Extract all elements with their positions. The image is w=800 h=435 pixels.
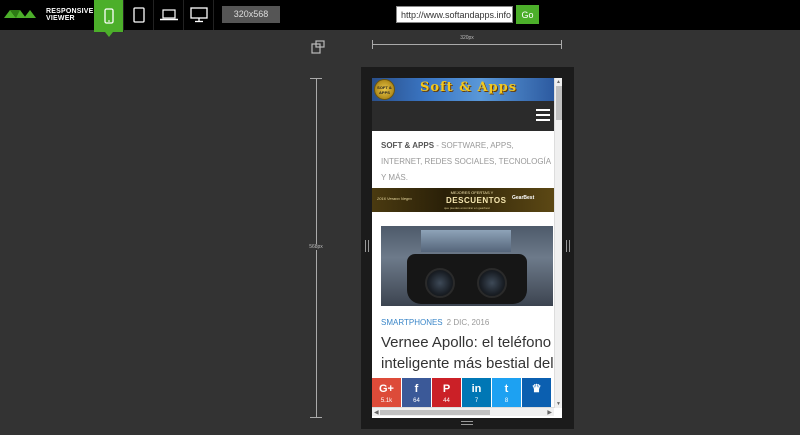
share-linkedin-button[interactable]: in 7 — [462, 378, 491, 407]
scroll-up-icon[interactable]: ▲ — [556, 79, 561, 85]
article-date: 2 DIC, 2016 — [446, 318, 490, 327]
width-ruler — [372, 40, 562, 49]
device-tablet-button[interactable] — [124, 0, 154, 30]
ad-banner[interactable]: 2016 Verano Negro MEJORES OFERTAS Y DESC… — [372, 188, 554, 212]
twitter-icon: t — [504, 383, 509, 395]
share-google-plus-button[interactable]: G+ 5.1k — [372, 378, 401, 407]
site-navbar — [372, 101, 554, 131]
site-tagline: SOFT & APPS - SOFTWARE, APPS, INTERNET, … — [381, 141, 551, 182]
banner-title: Soft & Apps — [420, 80, 518, 95]
share-count: 5.1k — [380, 398, 393, 404]
height-label: 568px — [306, 244, 326, 250]
url-input[interactable] — [396, 6, 513, 23]
sumome-icon: ♛ — [531, 383, 542, 395]
logo-icon — [4, 10, 36, 18]
device-phone-button[interactable] — [94, 0, 124, 37]
scroll-right-icon[interactable]: ▶ — [547, 409, 552, 416]
share-pinterest-button[interactable]: P 44 — [432, 378, 461, 407]
site-logo: SOFT & APPS — [374, 79, 395, 100]
desktop-icon — [189, 7, 208, 23]
device-laptop-button[interactable] — [154, 0, 184, 30]
pinterest-icon: P — [442, 383, 451, 395]
share-count: 7 — [474, 398, 479, 404]
ad-left-text: 2016 Verano Negro — [377, 196, 412, 201]
resize-handle-bottom[interactable] — [461, 421, 473, 425]
resize-handle-right[interactable] — [566, 240, 570, 252]
top-toolbar: RESPONSIVE VIEWER 320x568 Go — [0, 0, 800, 37]
linkedin-icon: in — [471, 383, 482, 395]
share-bar: G+ 5.1k f 64 P 44 in 7 t 8 ♛ — [372, 378, 554, 407]
viewport: SOFT & APPS Soft & Apps SOFT & APPS - SO… — [372, 78, 562, 418]
share-count: 8 — [504, 398, 509, 404]
scroll-down-icon[interactable]: ▼ — [556, 401, 561, 407]
rotate-icon[interactable] — [311, 40, 325, 54]
share-count: 64 — [413, 398, 420, 404]
ad-sub-text: que puedes encontrar en gearbest — [444, 206, 490, 210]
google-plus-icon: G+ — [379, 383, 394, 395]
article-meta: SMARTPHONES 2 DIC, 2016 — [381, 318, 489, 327]
laptop-icon — [159, 9, 178, 21]
scroll-thumb[interactable] — [556, 86, 562, 120]
share-twitter-button[interactable]: t8 — [492, 378, 521, 407]
vertical-scrollbar[interactable]: ▲ ▼ — [554, 78, 562, 408]
menu-icon[interactable] — [536, 109, 550, 121]
width-label: 320px — [452, 35, 482, 41]
resize-handle-left[interactable] — [365, 240, 369, 252]
article-category[interactable]: SMARTPHONES — [381, 318, 443, 327]
scroll-left-icon[interactable]: ◀ — [374, 409, 379, 416]
facebook-icon: f — [414, 383, 419, 395]
tablet-icon — [132, 7, 145, 23]
share-count: 44 — [443, 398, 450, 404]
share-facebook-button[interactable]: f 64 — [402, 378, 431, 407]
article-image[interactable] — [381, 226, 553, 306]
share-sumome-button[interactable]: ♛ — [522, 378, 551, 407]
phone-icon — [103, 8, 114, 24]
device-desktop-button[interactable] — [184, 0, 214, 30]
article-headline[interactable]: Vernee Apollo: el teléfono inteligente m… — [381, 332, 561, 374]
ad-brand: GearBest — [512, 195, 535, 201]
scroll-thumb-horizontal[interactable] — [380, 410, 490, 415]
go-button[interactable]: Go — [516, 5, 539, 24]
ad-title: MEJORES OFERTAS Y — [450, 190, 494, 195]
vr-headset-image — [407, 254, 527, 304]
horizontal-scrollbar[interactable]: ◀ ▶ — [372, 407, 554, 416]
site-banner[interactable]: SOFT & APPS Soft & Apps — [372, 78, 554, 101]
ad-big-text: DESCUENTOS — [446, 196, 507, 205]
size-display[interactable]: 320x568 — [222, 6, 280, 23]
app-title: RESPONSIVE VIEWER — [46, 8, 94, 22]
